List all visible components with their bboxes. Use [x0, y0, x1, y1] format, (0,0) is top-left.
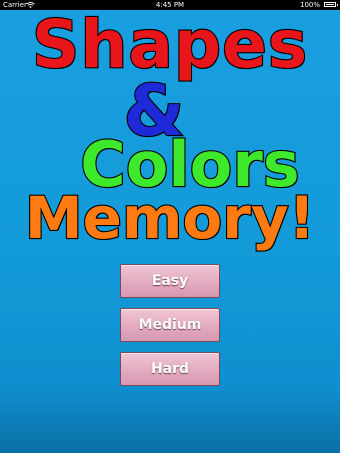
title-memory: Memory!	[24, 183, 316, 253]
main-screen: Carrier 4:45 PM 100% Shapes & Colors Mem…	[0, 0, 340, 453]
medium-button[interactable]: Medium	[120, 308, 220, 342]
hard-button[interactable]: Hard	[120, 352, 220, 386]
easy-button[interactable]: Easy	[120, 264, 220, 298]
